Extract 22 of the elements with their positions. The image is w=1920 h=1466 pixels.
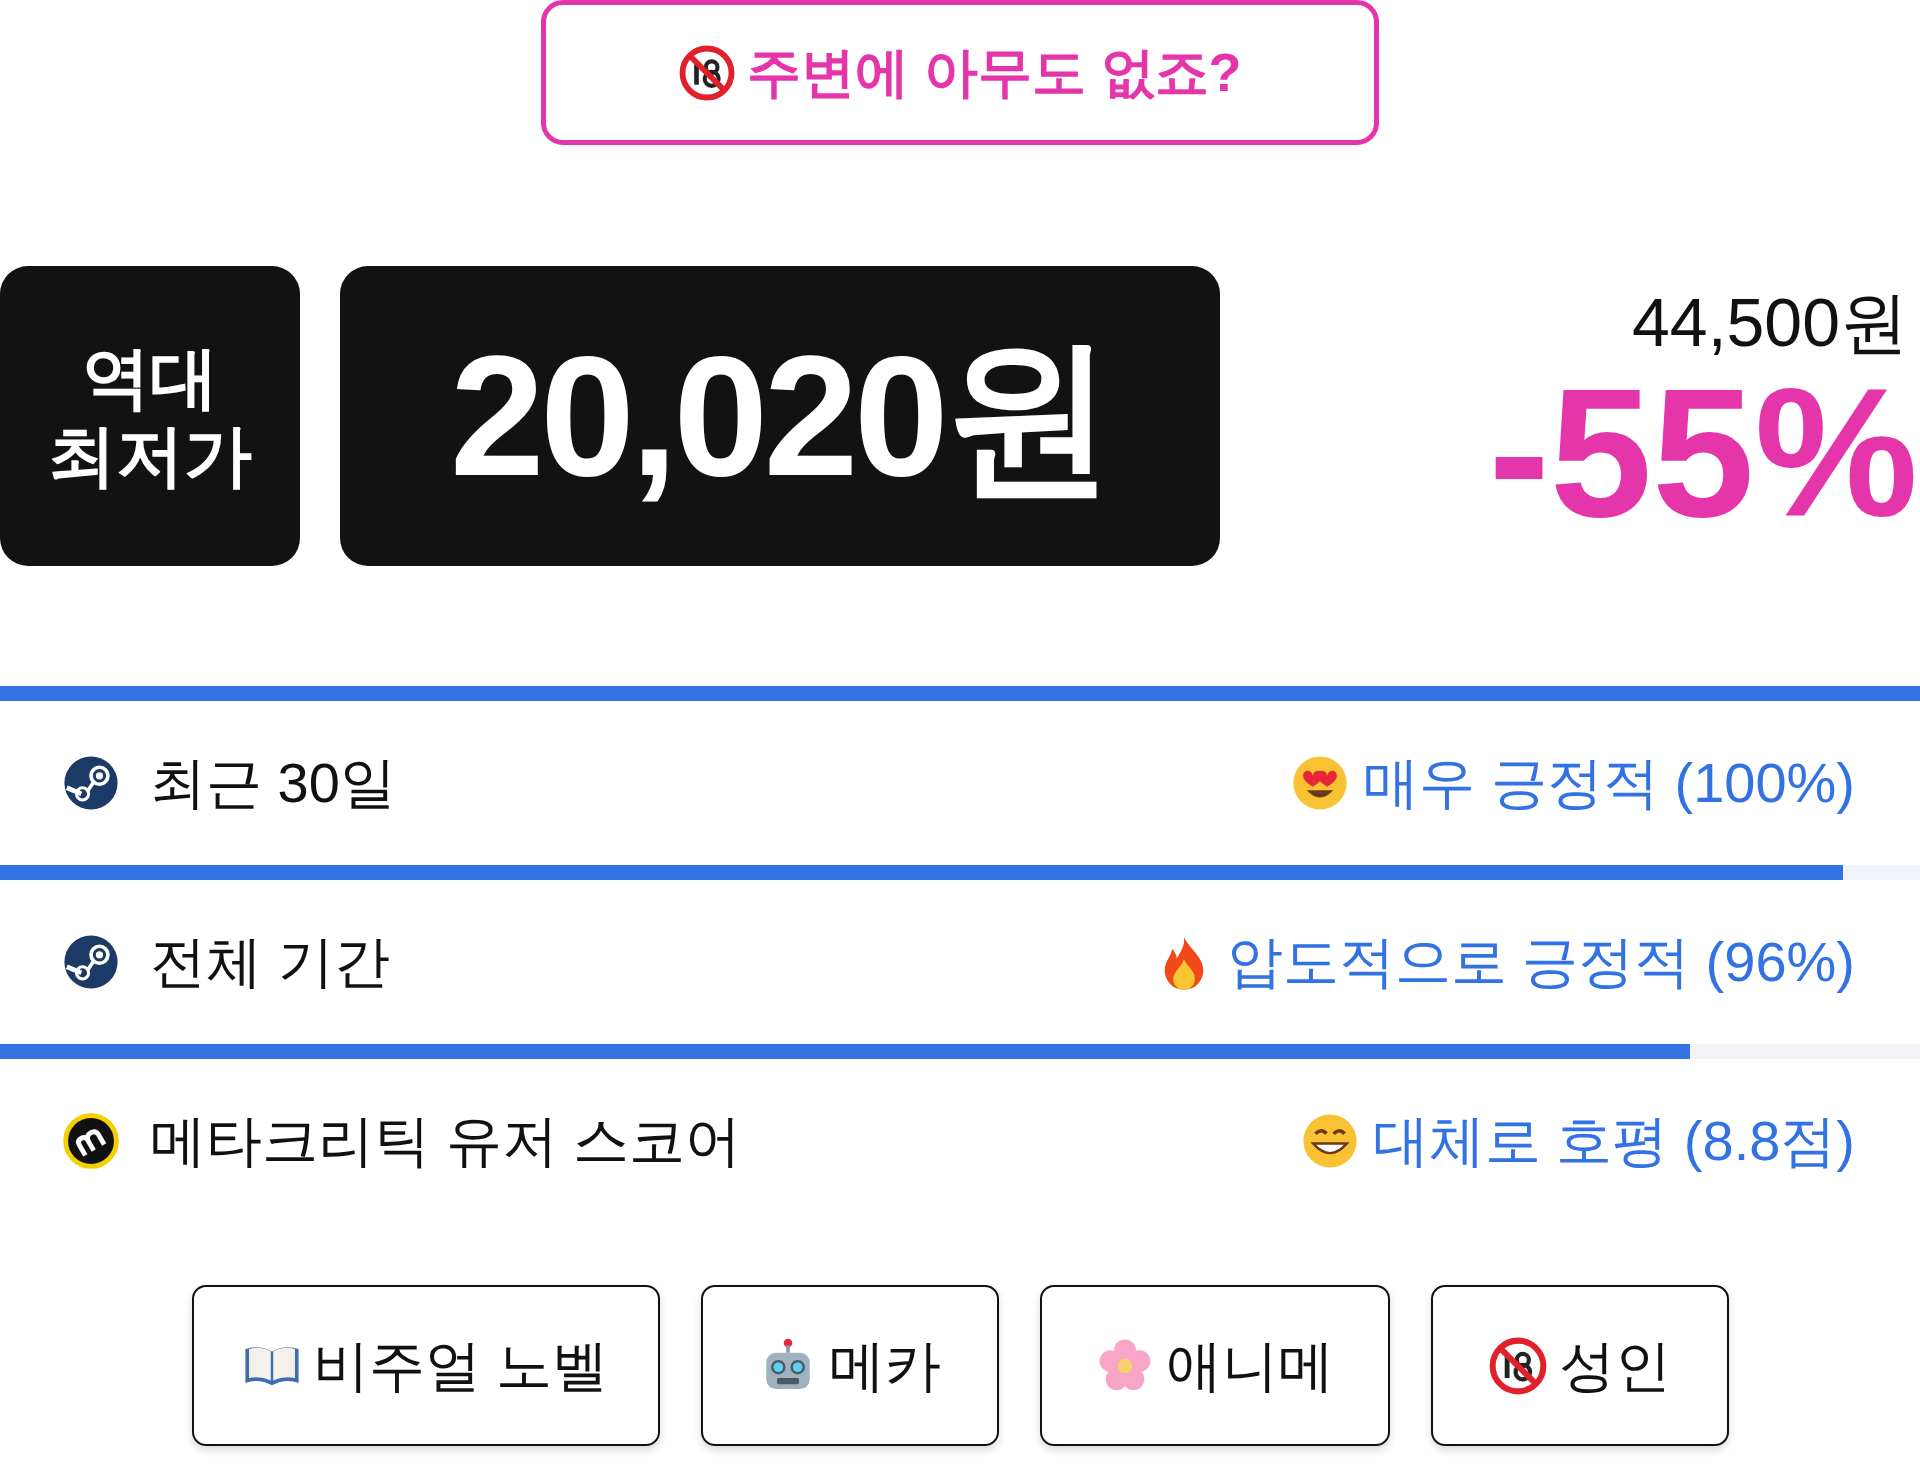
- tag-button[interactable]: 애니메: [1039, 1285, 1390, 1446]
- review-rating: 매우 긍정적 (100%): [1363, 750, 1855, 816]
- tag-button[interactable]: 성인: [1430, 1285, 1729, 1446]
- lowest-price-badge: 역대 최저가: [0, 266, 300, 566]
- steam-logo-icon: [62, 933, 120, 991]
- discount-percent: -55%: [1488, 360, 1918, 544]
- grinning-face-icon: [1300, 1112, 1359, 1170]
- review-rating: 압도적으로 긍정적 (96%): [1226, 929, 1855, 995]
- review-source-label: 전체 기간: [150, 929, 390, 995]
- heart-eyes-face-icon: [1291, 754, 1350, 812]
- no-adult-icon: [678, 44, 735, 101]
- warning-button[interactable]: 주변에 아무도 없죠?: [541, 0, 1379, 145]
- no-adult-icon: [1488, 1336, 1547, 1395]
- steam-logo-icon: [62, 754, 120, 812]
- current-price: 20,020원: [340, 266, 1220, 566]
- review-source-label: 최근 30일: [150, 750, 396, 816]
- tag-button[interactable]: 비주얼 노벨: [191, 1285, 660, 1446]
- original-price: 44,500원: [1632, 288, 1908, 356]
- tag-button[interactable]: 메카: [700, 1285, 999, 1446]
- review-source-label: 메타크리틱 유저 스코어: [150, 1108, 742, 1174]
- metacritic-logo-icon: [62, 1112, 120, 1170]
- review-rating: 대체로 호평 (8.8점): [1372, 1108, 1855, 1174]
